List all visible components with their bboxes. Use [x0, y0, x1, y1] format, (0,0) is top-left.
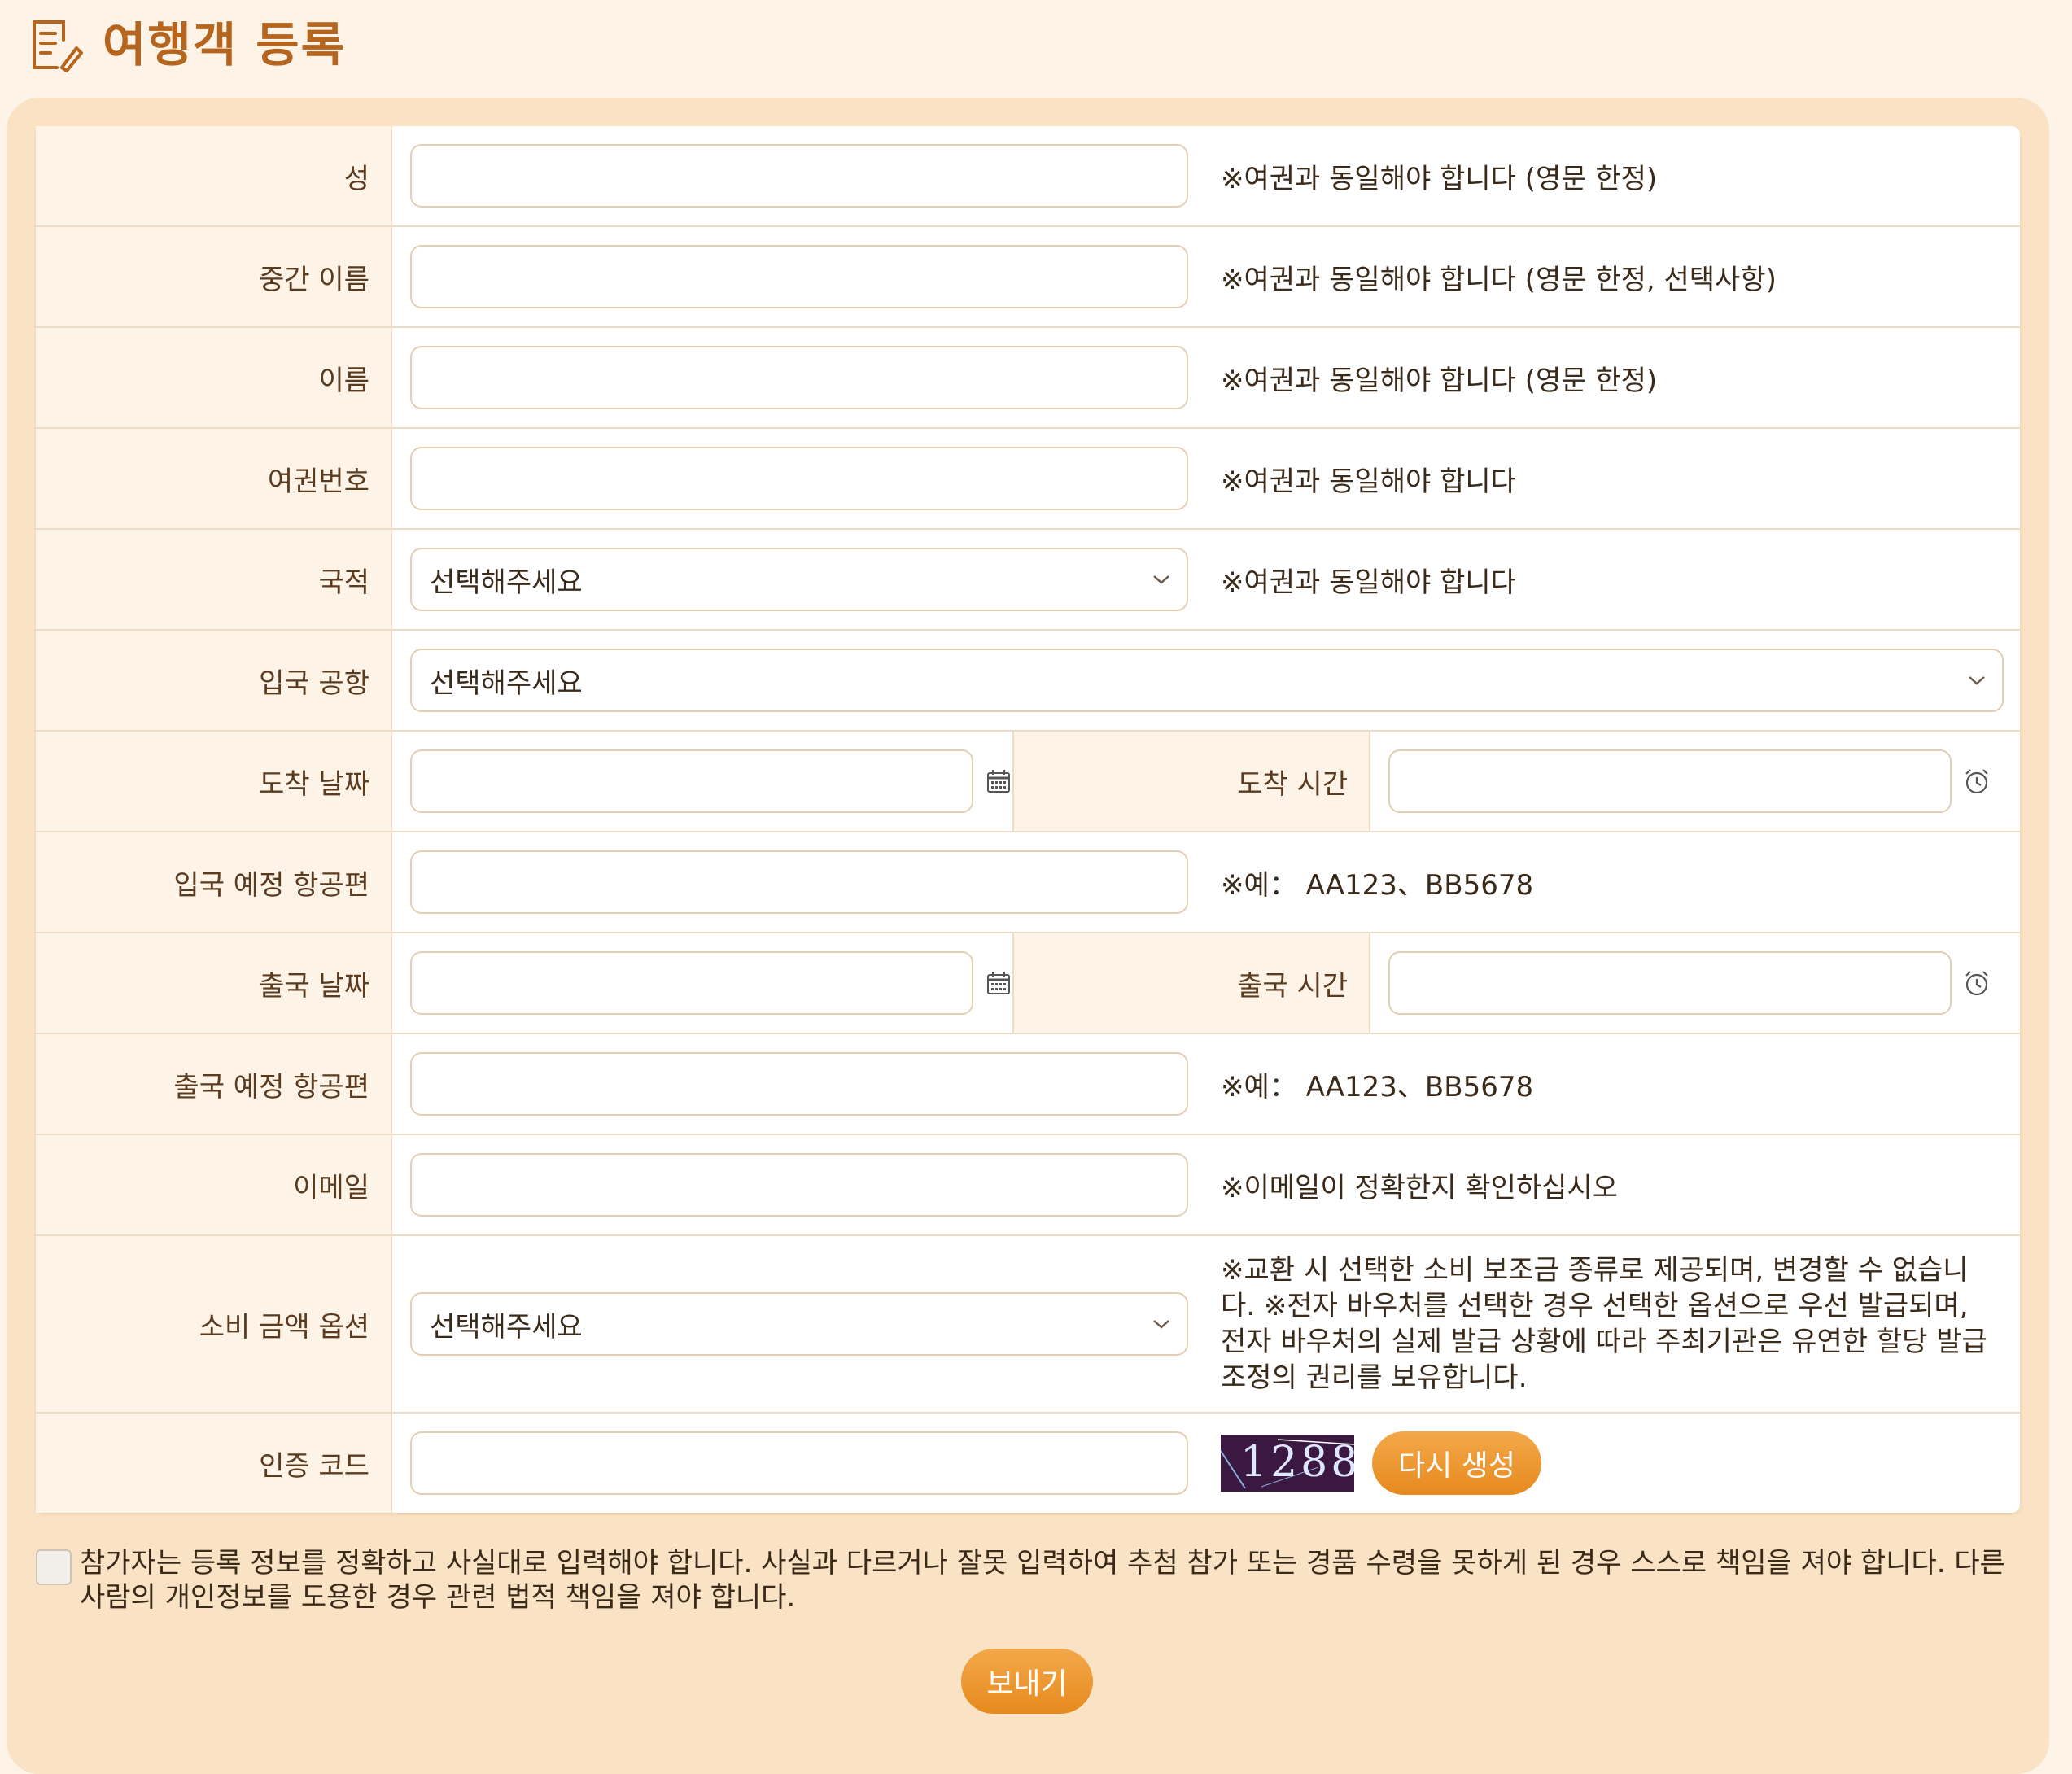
arrival-airport-select[interactable]: 선택해주세요	[410, 649, 2004, 712]
last-name-label: 성	[36, 126, 392, 225]
row-spending-option: 소비 금액 옵션 선택해주세요 ※교환 시 선택한 소비 보조금 종류로 제공되…	[36, 1236, 2020, 1414]
captcha-label: 인증 코드	[36, 1414, 392, 1513]
first-name-input[interactable]	[410, 346, 1188, 409]
first-name-note: ※여권과 동일해야 합니다 (영문 한정)	[1221, 364, 1658, 397]
page-title: 여행객 등록	[103, 17, 346, 72]
nationality-select[interactable]: 선택해주세요	[410, 548, 1188, 611]
departure-flight-input[interactable]	[410, 1052, 1188, 1116]
departure-date-input[interactable]	[410, 951, 973, 1015]
captcha-input[interactable]	[410, 1431, 1188, 1495]
agreement-text: 참가자는 등록 정보를 정확하고 사실대로 입력해야 합니다. 사실과 다르거나…	[80, 1547, 2005, 1614]
departure-flight-note: ※예： AA123、BB5678	[1221, 1070, 1534, 1103]
departure-time-input[interactable]	[1388, 951, 1952, 1015]
departure-time-label: 출국 시간	[1014, 933, 1370, 1033]
departure-flight-label: 출국 예정 항공편	[36, 1034, 392, 1134]
spending-select[interactable]: 선택해주세요	[410, 1292, 1188, 1356]
submit-button[interactable]: 보내기	[961, 1649, 1093, 1714]
arrival-airport-selected: 선택해주세요	[430, 666, 583, 700]
middle-name-label: 중간 이름	[36, 227, 392, 326]
departure-date-label: 출국 날짜	[36, 933, 392, 1033]
row-middle-name: 중간 이름 ※여권과 동일해야 합니다 (영문 한정, 선택사항)	[36, 227, 2020, 328]
page-header: 여행객 등록	[24, 0, 346, 81]
last-name-input[interactable]	[410, 144, 1188, 208]
row-last-name: 성 ※여권과 동일해야 합니다 (영문 한정)	[36, 126, 2020, 227]
email-label: 이메일	[36, 1135, 392, 1234]
calendar-icon[interactable]	[985, 767, 1012, 795]
chevron-down-icon	[1969, 676, 1985, 685]
email-input[interactable]	[410, 1153, 1188, 1217]
calendar-icon[interactable]	[985, 969, 1012, 997]
row-nationality: 국적 선택해주세요 ※여권과 동일해야 합니다	[36, 530, 2020, 631]
clock-icon[interactable]	[1963, 767, 1991, 795]
nationality-note: ※여권과 동일해야 합니다	[1221, 566, 1516, 599]
arrival-time-input[interactable]	[1388, 749, 1952, 813]
chevron-down-icon	[1153, 575, 1169, 584]
nationality-label: 국적	[36, 530, 392, 629]
row-passport: 여권번호 ※여권과 동일해야 합니다	[36, 429, 2020, 530]
row-arrival-airport: 입국 공항 선택해주세요	[36, 631, 2020, 732]
spending-note: ※교환 시 선택한 소비 보조금 종류로 제공되며, 변경할 수 없습니다. ※…	[1221, 1254, 1987, 1394]
clock-icon[interactable]	[1963, 969, 1991, 997]
arrival-flight-input[interactable]	[410, 850, 1188, 914]
first-name-label: 이름	[36, 328, 392, 427]
arrival-time-label: 도착 시간	[1014, 732, 1370, 831]
row-arrival-flight: 입국 예정 항공편 ※예： AA123、BB5678	[36, 832, 2020, 933]
arrival-date-input[interactable]	[410, 749, 973, 813]
registration-form: 성 ※여권과 동일해야 합니다 (영문 한정) 중간 이름 ※여권과 동일해야 …	[36, 126, 2020, 1513]
middle-name-input[interactable]	[410, 245, 1188, 308]
arrival-date-label: 도착 날짜	[36, 732, 392, 831]
email-note: ※이메일이 정확한지 확인하십시오	[1221, 1171, 1619, 1204]
row-email: 이메일 ※이메일이 정확한지 확인하십시오	[36, 1135, 2020, 1236]
regenerate-captcha-button[interactable]: 다시 생성	[1372, 1431, 1541, 1495]
captcha-image: 1288	[1221, 1435, 1354, 1492]
nationality-selected: 선택해주세요	[430, 566, 583, 599]
last-name-note: ※여권과 동일해야 합니다 (영문 한정)	[1221, 162, 1658, 195]
row-departure-flight: 출국 예정 항공편 ※예： AA123、BB5678	[36, 1034, 2020, 1135]
agreement-checkbox[interactable]	[36, 1549, 72, 1585]
arrival-flight-note: ※예： AA123、BB5678	[1221, 868, 1534, 902]
spending-selected: 선택해주세요	[430, 1310, 583, 1344]
middle-name-note: ※여권과 동일해야 합니다 (영문 한정, 선택사항)	[1221, 263, 1777, 296]
document-edit-icon	[33, 20, 83, 72]
captcha-code: 1288	[1240, 1438, 1354, 1487]
arrival-airport-label: 입국 공항	[36, 631, 392, 730]
row-departure-datetime: 출국 날짜 출국 시간	[36, 933, 2020, 1034]
row-arrival-datetime: 도착 날짜 도착 시간	[36, 732, 2020, 832]
passport-note: ※여권과 동일해야 합니다	[1221, 465, 1516, 498]
chevron-down-icon	[1153, 1320, 1169, 1329]
passport-label: 여권번호	[36, 429, 392, 528]
spending-label: 소비 금액 옵션	[36, 1236, 392, 1412]
row-captcha: 인증 코드 1288 다시 생성	[36, 1414, 2020, 1513]
passport-input[interactable]	[410, 447, 1188, 510]
agreement: 참가자는 등록 정보를 정확하고 사실대로 입력해야 합니다. 사실과 다르거나…	[36, 1546, 2022, 1615]
arrival-flight-label: 입국 예정 항공편	[36, 832, 392, 932]
row-first-name: 이름 ※여권과 동일해야 합니다 (영문 한정)	[36, 328, 2020, 429]
